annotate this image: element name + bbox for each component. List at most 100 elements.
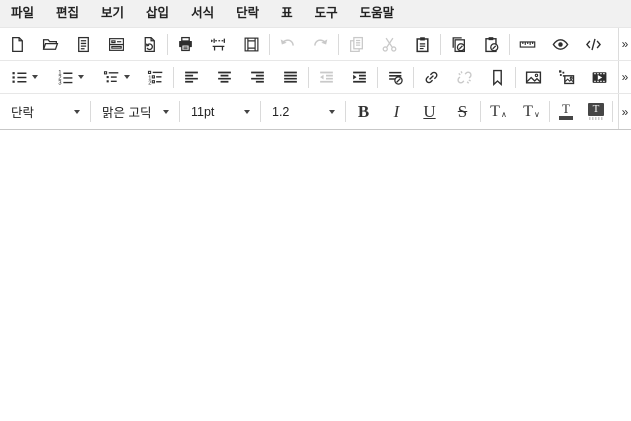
subscript-button[interactable]: T∨	[515, 94, 548, 129]
menu-item-insert[interactable]: 삽입	[135, 0, 180, 27]
align-center-icon	[216, 69, 233, 86]
paragraph-style-dropdown[interactable]: 단락	[1, 94, 89, 129]
menu-item-table[interactable]: 표	[270, 0, 304, 27]
restore-draft-button[interactable]	[133, 28, 166, 60]
page-break-icon	[210, 36, 227, 53]
preview-button[interactable]	[544, 28, 577, 60]
underline-button[interactable]: U	[413, 94, 446, 129]
superscript-button[interactable]: T∧	[482, 94, 515, 129]
link-button[interactable]	[415, 61, 448, 93]
line-height-dropdown[interactable]: 1.2	[262, 94, 344, 129]
align-right-icon	[249, 69, 266, 86]
italic-button[interactable]: I	[380, 94, 413, 129]
bold-button[interactable]: B	[347, 94, 380, 129]
image-collection-icon	[558, 69, 575, 86]
menu-item-help[interactable]: 도움말	[349, 0, 406, 27]
paragraph-style-dropdown-value: 단락	[11, 102, 74, 121]
font-family-dropdown-value: 맑은 고딕	[102, 102, 163, 121]
text-color-letter: T	[562, 103, 570, 115]
undo-button[interactable]	[271, 28, 304, 60]
toolbar-overflow-button-row3[interactable]: »	[618, 94, 631, 129]
image-icon	[525, 69, 542, 86]
menu-item-edit[interactable]: 편집	[45, 0, 90, 27]
align-right-button[interactable]	[241, 61, 274, 93]
italic-icon: I	[394, 103, 400, 120]
cut-button[interactable]	[373, 28, 406, 60]
outdent-icon	[318, 69, 335, 86]
image-gallery-button[interactable]	[550, 61, 583, 93]
link-icon	[423, 69, 440, 86]
svg-text:3: 3	[58, 80, 62, 86]
list-style-button[interactable]: 12	[139, 61, 172, 93]
group-separator	[549, 101, 550, 122]
group-separator	[260, 101, 261, 122]
align-center-button[interactable]	[208, 61, 241, 93]
background-color-icon: T	[588, 103, 604, 120]
toolbar-overflow-button-row1[interactable]: »	[618, 28, 631, 60]
superscript-mark: ∧	[501, 110, 507, 119]
chevron-down-icon	[163, 110, 169, 114]
image-button[interactable]	[517, 61, 550, 93]
numbered-list-icon: 123	[57, 69, 74, 86]
open-file-button[interactable]	[34, 28, 67, 60]
unlink-button[interactable]	[448, 61, 481, 93]
menu-item-format[interactable]: 서식	[180, 0, 225, 27]
ruler-button[interactable]	[511, 28, 544, 60]
bullet-list-button[interactable]	[1, 61, 47, 93]
print-button[interactable]	[169, 28, 202, 60]
chevron-down-icon	[74, 110, 80, 114]
source-code-button[interactable]	[577, 28, 610, 60]
media-button[interactable]	[583, 61, 616, 93]
chevron-down-icon	[78, 75, 84, 79]
clear-formatting-button[interactable]	[379, 61, 412, 93]
bold-icon: B	[358, 103, 369, 120]
redo-button[interactable]	[304, 28, 337, 60]
multilevel-list-button[interactable]	[93, 61, 139, 93]
template-icon	[108, 36, 125, 53]
toolbar-overflow-button-row2[interactable]: »	[618, 61, 631, 93]
indent-button[interactable]	[343, 61, 376, 93]
align-left-button[interactable]	[175, 61, 208, 93]
group-separator	[173, 67, 174, 88]
outline-list-icon	[103, 69, 120, 86]
copy-button[interactable]	[340, 28, 373, 60]
document-check-button[interactable]	[442, 28, 475, 60]
paste-button[interactable]	[406, 28, 439, 60]
clipboard-edit-icon	[483, 36, 500, 53]
group-separator	[345, 101, 346, 122]
eye-icon	[552, 36, 569, 53]
superscript-icon: T	[490, 104, 500, 120]
background-color-button[interactable]: T	[581, 94, 611, 129]
new-document-icon	[9, 36, 26, 53]
clear-formatting-icon	[387, 69, 404, 86]
menu-item-tools[interactable]: 도구	[304, 0, 349, 27]
font-family-dropdown[interactable]: 맑은 고딕	[92, 94, 178, 129]
rich-text-editor: 파일편집보기삽입서식단락표도구도움말 » 12312 » 단락맑은 고딕11pt…	[0, 0, 631, 421]
page-break-button[interactable]	[202, 28, 235, 60]
font-size-dropdown[interactable]: 11pt	[181, 94, 259, 129]
ruler-icon	[519, 36, 536, 53]
clipboard-check-button[interactable]	[475, 28, 508, 60]
strikethrough-button[interactable]: S	[446, 94, 479, 129]
list-style-icon: 12	[147, 69, 164, 86]
bookmark-button[interactable]	[481, 61, 514, 93]
open-file-icon	[42, 36, 59, 53]
editor-content-area[interactable]	[0, 130, 631, 421]
outdent-button[interactable]	[310, 61, 343, 93]
toolbar-row-2: 123 12 »	[0, 61, 631, 93]
menu-item-paragraph[interactable]: 단락	[225, 0, 270, 27]
numbered-list-button[interactable]: 123	[47, 61, 93, 93]
template-button[interactable]	[100, 28, 133, 60]
document-button[interactable]	[67, 28, 100, 60]
chevron-down-icon	[244, 110, 250, 114]
menu-item-file[interactable]: 파일	[0, 0, 45, 27]
indent-icon	[351, 69, 368, 86]
group-separator	[269, 34, 270, 55]
menu-item-view[interactable]: 보기	[90, 0, 135, 27]
justify-button[interactable]	[274, 61, 307, 93]
new-document-button[interactable]	[1, 28, 34, 60]
text-color-button[interactable]: T	[551, 94, 581, 129]
page-setup-button[interactable]	[235, 28, 268, 60]
document-text-icon	[75, 36, 92, 53]
source-code-icon	[585, 36, 602, 53]
